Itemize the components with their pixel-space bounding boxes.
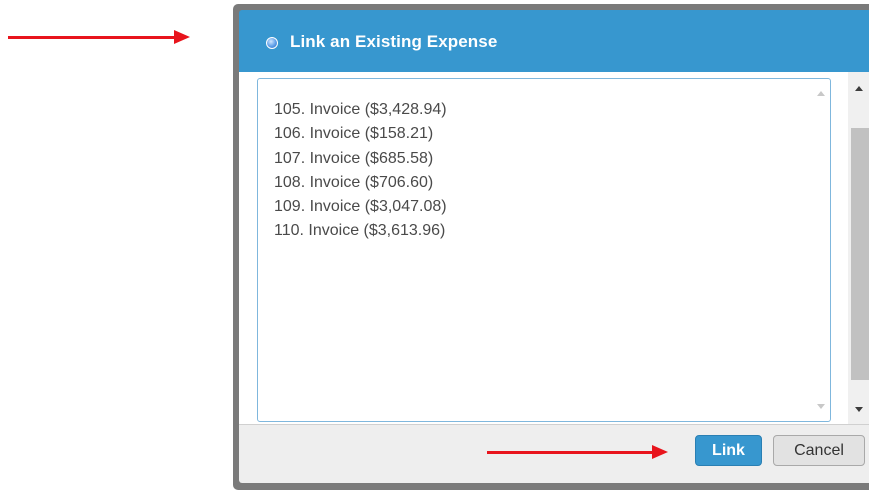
expense-listbox[interactable]: 105. Invoice ($3,428.94) 106. Invoice ($… bbox=[257, 78, 831, 422]
cancel-button[interactable]: Cancel bbox=[773, 435, 865, 466]
expense-list-item[interactable]: 109. Invoice ($3,047.08) bbox=[274, 195, 447, 219]
expense-list-item[interactable]: 107. Invoice ($685.58) bbox=[274, 147, 447, 171]
scroll-up-arrow-icon[interactable] bbox=[855, 86, 863, 91]
scroll-down-arrow-icon[interactable] bbox=[855, 407, 863, 412]
scroll-down-arrow-icon[interactable] bbox=[817, 404, 825, 409]
expense-list-item[interactable]: 106. Invoice ($158.21) bbox=[274, 122, 447, 146]
expense-list-item[interactable]: 105. Invoice ($3,428.94) bbox=[274, 98, 447, 122]
annotation-arrow-title bbox=[8, 30, 190, 44]
listbox-scrollbar[interactable] bbox=[812, 79, 830, 421]
link-expense-dialog: Link an Existing Expense 105. Invoice ($… bbox=[233, 4, 869, 490]
radio-dot-icon bbox=[266, 37, 278, 49]
arrow-shaft bbox=[487, 451, 654, 454]
scrollbar-thumb[interactable] bbox=[851, 128, 869, 380]
link-button[interactable]: Link bbox=[695, 435, 762, 466]
expense-list: 105. Invoice ($3,428.94) 106. Invoice ($… bbox=[274, 98, 447, 244]
arrow-shaft bbox=[8, 36, 176, 39]
annotation-arrow-link-button bbox=[487, 445, 668, 459]
expense-list-item[interactable]: 108. Invoice ($706.60) bbox=[274, 171, 447, 195]
dialog-scrollbar[interactable] bbox=[848, 72, 869, 424]
arrow-head bbox=[174, 30, 190, 44]
dialog-titlebar[interactable]: Link an Existing Expense bbox=[239, 10, 869, 72]
scroll-up-arrow-icon[interactable] bbox=[817, 91, 825, 96]
arrow-head bbox=[652, 445, 668, 459]
expense-list-item[interactable]: 110. Invoice ($3,613.96) bbox=[274, 219, 447, 243]
dialog-title: Link an Existing Expense bbox=[290, 32, 498, 51]
dialog-content: 105. Invoice ($3,428.94) 106. Invoice ($… bbox=[239, 72, 869, 424]
